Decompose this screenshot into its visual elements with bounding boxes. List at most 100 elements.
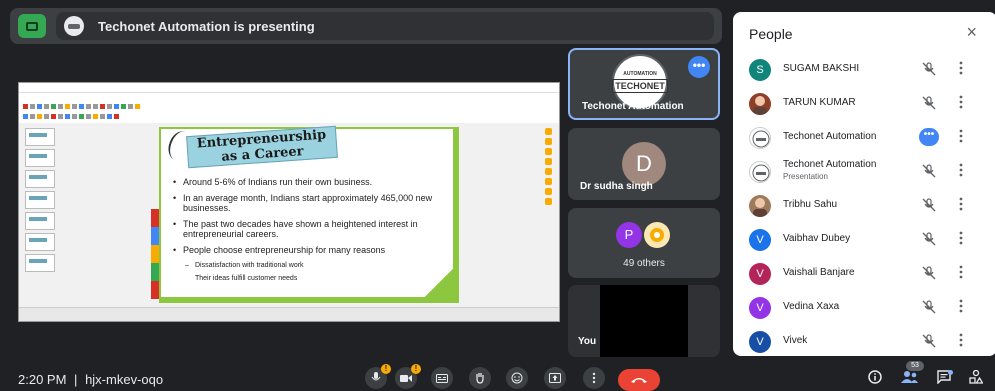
slide-bullets: Around 5-6% of Indians run their own bus… (173, 177, 443, 290)
participant-more-icon[interactable] (957, 163, 965, 179)
mic-off-icon[interactable] (921, 95, 937, 111)
participant-row[interactable]: S SUGAM BAKSHI (733, 52, 995, 86)
microphone-button[interactable]: ! (365, 364, 391, 389)
chat-icon[interactable] (935, 370, 953, 388)
slide-accent-right (453, 129, 459, 269)
participant-avatar: V (749, 331, 771, 353)
presenting-bar: Techonet Automation is presenting (10, 8, 722, 44)
mic-off-icon[interactable] (921, 163, 937, 179)
camera-button[interactable]: ! (395, 364, 421, 389)
participant-name: Vaibhav Dubey (783, 233, 851, 244)
participant-row[interactable]: TARUN KUMAR (733, 86, 995, 120)
slide-title: Entrepreneurship as a Career (186, 125, 338, 169)
mic-off-icon[interactable] (921, 299, 937, 315)
participant-more-icon[interactable] (957, 197, 965, 213)
participant-row[interactable]: Techonet Automation Presentation (733, 154, 995, 188)
participant-tile[interactable]: D Dr sudha singh (568, 128, 720, 200)
participant-row[interactable]: Tribhu Sahu (733, 188, 995, 222)
meeting-info: 2:20 PM | hjx-mkev-oqo (18, 372, 163, 387)
captions-button[interactable] (431, 367, 453, 389)
emoji-button[interactable] (506, 367, 528, 389)
presenting-text: Techonet Automation is presenting (98, 18, 315, 34)
people-icon[interactable] (901, 370, 919, 388)
self-video (600, 285, 688, 357)
slide-workspace: Entrepreneurship as a Career Around 5-6%… (19, 123, 559, 307)
participant-name: SUGAM BAKSHI (783, 63, 860, 74)
participant-more-icon[interactable] (957, 333, 965, 349)
participant-avatar (749, 93, 771, 115)
participant-row[interactable]: V Vaishali Banjare (733, 256, 995, 290)
people-panel: People × S SUGAM BAKSHI TARUN KUMAR Techone… (733, 12, 995, 356)
warning-icon: ! (411, 364, 421, 374)
self-label: You (578, 336, 597, 347)
toolbar-row-2 (23, 112, 555, 121)
others-avatar-image (644, 222, 670, 248)
mic-off-icon[interactable] (921, 197, 937, 213)
slide-thumbnail (25, 212, 55, 230)
participant-row[interactable]: Techonet Automation ••• (733, 120, 995, 154)
separator: | (74, 372, 78, 387)
presenter-avatar (64, 16, 84, 36)
meeting-code: hjx-mkev-oqo (85, 372, 164, 387)
present-now-button[interactable] (544, 367, 566, 389)
participant-name: Vaishali Banjare (783, 267, 855, 278)
participant-avatar: S (749, 59, 771, 81)
presenter-pill: Techonet Automation is presenting (56, 12, 714, 40)
unread-dot (948, 370, 953, 375)
mic-off-icon[interactable] (921, 265, 937, 281)
participant-more-icon[interactable] (957, 61, 965, 77)
bullet-item: The past two decades have shown a height… (173, 219, 443, 239)
more-options-icon[interactable]: ••• (688, 56, 710, 78)
present-screen-icon[interactable] (18, 14, 46, 38)
slide-thumbnail (25, 149, 55, 167)
slide-thumbnails (21, 125, 61, 305)
leave-call-button[interactable] (618, 369, 660, 391)
bullet-item: Around 5-6% of Indians run their own bus… (173, 177, 443, 187)
participant-more-icon[interactable] (957, 95, 965, 111)
others-avatar: P (616, 222, 642, 248)
toolbar-row-1 (23, 102, 555, 111)
logo-main-text: TECHONET (612, 79, 668, 93)
participant-more-icon[interactable] (957, 265, 965, 281)
info-icon[interactable] (866, 370, 884, 388)
presenter-tile[interactable]: AUTOMATION TECHONET ••• Techonet Automat… (568, 48, 720, 120)
people-list: S SUGAM BAKSHI TARUN KUMAR Techonet Automat… (733, 52, 995, 358)
slide-thumbnail (25, 233, 55, 251)
participant-more-icon[interactable] (957, 299, 965, 315)
window-status-bar (19, 307, 559, 321)
activities-icon[interactable] (967, 369, 985, 388)
participant-avatar (749, 127, 771, 149)
presenter-name: Techonet Automation (582, 101, 684, 112)
participant-avatar: V (749, 229, 771, 251)
participant-subtitle: Presentation (783, 172, 828, 181)
close-icon[interactable]: × (966, 22, 977, 43)
participant-name: TARUN KUMAR (783, 97, 856, 108)
mic-off-icon[interactable] (921, 333, 937, 349)
participant-row[interactable]: V Vivek (733, 324, 995, 358)
participant-more-icon[interactable] (957, 129, 965, 145)
logo-top-text: AUTOMATION (623, 71, 657, 77)
mic-off-icon[interactable] (921, 61, 937, 77)
participant-row[interactable]: V Vedina Xaxa (733, 290, 995, 324)
window-menu-bar (19, 93, 559, 101)
window-title-bar (19, 83, 559, 93)
color-strip (151, 209, 159, 299)
participant-row[interactable]: V Vaibhav Dubey (733, 222, 995, 256)
participant-more-icon[interactable] (957, 231, 965, 247)
mic-off-icon[interactable] (921, 231, 937, 247)
self-tile[interactable]: You (568, 285, 720, 357)
bullet-item: In an average month, Indians start appro… (173, 193, 443, 213)
bottom-bar: 2:20 PM | hjx-mkev-oqo ! ! 53 (0, 361, 995, 391)
participant-avatar: D (622, 142, 666, 186)
slide-thumbnail (25, 170, 55, 188)
sub-bullet-item: Dissatisfaction with traditional work (173, 261, 443, 271)
participant-avatar (749, 161, 771, 183)
raise-hand-button[interactable] (469, 367, 491, 389)
participant-avatar: V (749, 297, 771, 319)
speaking-indicator-icon: ••• (919, 128, 939, 146)
more-options-button[interactable] (583, 367, 605, 389)
participant-name: Tribhu Sahu (783, 199, 838, 210)
others-count: 49 others (623, 258, 665, 269)
others-tile[interactable]: P 49 others (568, 208, 720, 278)
clock-time: 2:20 PM (18, 372, 67, 387)
